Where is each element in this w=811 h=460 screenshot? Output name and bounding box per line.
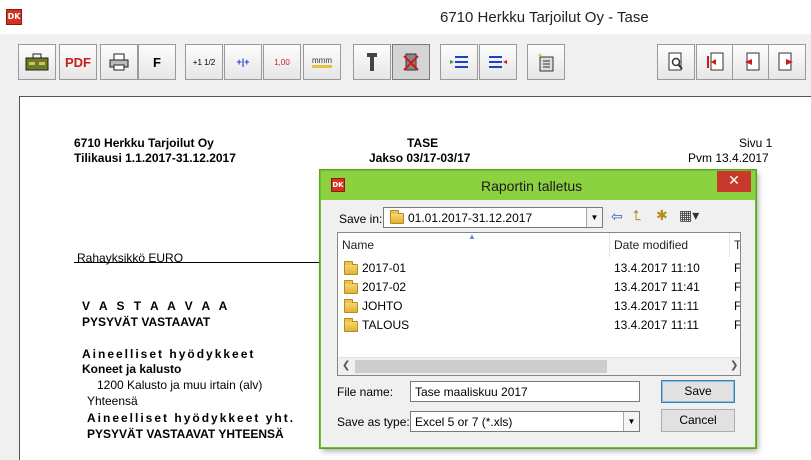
horizontal-scrollbar[interactable]: ❮ ❯	[338, 357, 740, 375]
decimal-icon: 1,00	[274, 57, 290, 67]
previous-page-button[interactable]	[732, 44, 770, 80]
save-in-value: 01.01.2017-31.12.2017	[408, 211, 533, 225]
new-document-icon	[538, 53, 554, 72]
toolbar: PDF F +1 1/2 +|+ 1,00 mmm	[14, 42, 811, 84]
ruler-button[interactable]: mmm	[303, 44, 341, 80]
exit-toolbar-button[interactable]	[18, 44, 56, 80]
file-name-input[interactable]: Tase maaliskuu 2017	[410, 381, 640, 402]
column-setup-button[interactable]	[353, 44, 391, 80]
folder-icon	[344, 280, 358, 294]
dialog-title: Raportin talletus	[481, 178, 583, 194]
font-button[interactable]: F	[138, 44, 176, 80]
preview-button[interactable]	[657, 44, 695, 80]
app-logo-icon: DK	[6, 9, 22, 25]
scrollbar-thumb[interactable]	[355, 360, 607, 373]
new-report-button[interactable]	[527, 44, 565, 80]
narrow-columns-button[interactable]: +|+	[224, 44, 262, 80]
magnifier-page-icon	[668, 52, 683, 71]
previous-page-icon	[745, 52, 760, 71]
report-line: PYSYVÄT VASTAAVAT YHTEENSÄ	[87, 427, 284, 441]
chevron-down-icon: ▼	[623, 412, 639, 431]
ruler-icon: mmm	[312, 56, 332, 68]
folder-icon	[344, 318, 358, 332]
file-name-label: File name:	[337, 385, 394, 399]
back-arrow-icon[interactable]: ⇦	[611, 209, 623, 225]
dialog-logo-icon: DK	[331, 178, 345, 192]
first-page-button[interactable]	[696, 44, 734, 80]
scroll-left-icon[interactable]: ❮	[342, 360, 350, 371]
save-button[interactable]: Save	[661, 380, 735, 403]
columns-icon: +|+	[236, 57, 250, 67]
save-as-type-label: Save as type:	[337, 415, 410, 429]
next-page-button[interactable]	[768, 44, 806, 80]
column-header-date-modified[interactable]: Date modified	[610, 233, 730, 257]
column-icon	[367, 53, 377, 71]
file-row[interactable]: JOHTO 13.4.2017 11:11 Fi	[338, 297, 740, 316]
insert-line-icon	[450, 56, 468, 68]
file-row[interactable]: 2017-01 13.4.2017 11:10 Fi	[338, 259, 740, 278]
file-list: Name ▲ Date modified Ty 2017-01 13.4.201…	[337, 232, 741, 376]
report-line: PYSYVÄT VASTAAVAT	[82, 315, 211, 329]
report-page-number: Sivu 1	[739, 136, 773, 150]
report-line: Aineelliset hyödykkeet	[82, 347, 256, 361]
save-report-dialog: DK Raportin talletus ✕ Save in: 01.01.20…	[320, 170, 756, 448]
save-in-dropdown[interactable]: 01.01.2017-31.12.2017 ▼	[383, 207, 603, 228]
report-line: Aineelliset hyödykkeet yht.	[87, 411, 296, 425]
cancel-button[interactable]: Cancel	[661, 409, 735, 432]
pdf-button[interactable]: PDF	[59, 44, 97, 80]
column-header-name[interactable]: Name ▲	[338, 233, 610, 257]
report-title: TASE	[407, 136, 439, 150]
fraction-button[interactable]: +1 1/2	[185, 44, 223, 80]
font-label: F	[153, 54, 161, 70]
chevron-down-icon: ▼	[586, 208, 602, 227]
folder-icon	[344, 299, 358, 313]
first-page-icon	[707, 52, 724, 71]
hide-zero-icon	[403, 53, 419, 71]
folder-icon	[390, 210, 404, 224]
new-folder-icon[interactable]: ✱	[656, 208, 668, 224]
printer-icon	[109, 53, 129, 71]
folder-icon	[344, 261, 358, 275]
report-line: Yhteensä	[87, 394, 138, 408]
pdf-label: PDF	[65, 54, 91, 70]
close-button[interactable]: ✕	[717, 171, 751, 192]
report-line: 1200 Kalusto ja muu irtain (alv)	[97, 378, 263, 392]
report-period: Tilikausi 1.1.2017-31.12.2017	[74, 151, 236, 165]
report-company: 6710 Herkku Tarjoilut Oy	[74, 136, 214, 150]
remove-row-button[interactable]	[479, 44, 517, 80]
view-menu-icon[interactable]: ▦▾	[679, 208, 699, 224]
zero-rows-button[interactable]	[392, 44, 430, 80]
fraction-icon: +1 1/2	[192, 57, 216, 67]
window-title: 6710 Herkku Tarjoilut Oy - Tase	[440, 9, 649, 26]
dialog-titlebar: DK Raportin talletus ✕	[321, 171, 755, 200]
print-button[interactable]	[100, 44, 138, 80]
save-as-type-dropdown[interactable]: Excel 5 or 7 (*.xls) ▼	[410, 411, 640, 432]
window-titlebar: DK 6710 Herkku Tarjoilut Oy - Tase	[0, 0, 811, 34]
column-header-type[interactable]: Ty	[730, 233, 740, 257]
report-line: Koneet ja kalusto	[82, 362, 182, 376]
delete-line-icon	[489, 56, 507, 68]
briefcase-icon	[25, 53, 49, 71]
decimals-button[interactable]: 1,00	[263, 44, 301, 80]
report-date: Pvm 13.4.2017	[688, 151, 769, 165]
add-row-button[interactable]	[440, 44, 478, 80]
report-line: V A S T A A V A A	[82, 299, 231, 313]
save-as-type-value: Excel 5 or 7 (*.xls)	[415, 415, 513, 429]
report-divider	[74, 262, 324, 263]
file-row[interactable]: 2017-02 13.4.2017 11:41 Fi	[338, 278, 740, 297]
up-folder-icon[interactable]: ⮤	[633, 208, 641, 224]
report-jakso: Jakso 03/17-03/17	[369, 151, 471, 165]
sort-ascending-icon: ▲	[468, 232, 476, 241]
save-in-label: Save in:	[339, 212, 383, 226]
scroll-right-icon[interactable]: ❯	[730, 360, 738, 371]
file-row[interactable]: TALOUS 13.4.2017 11:11 Fi	[338, 316, 740, 335]
next-page-icon	[778, 52, 793, 71]
